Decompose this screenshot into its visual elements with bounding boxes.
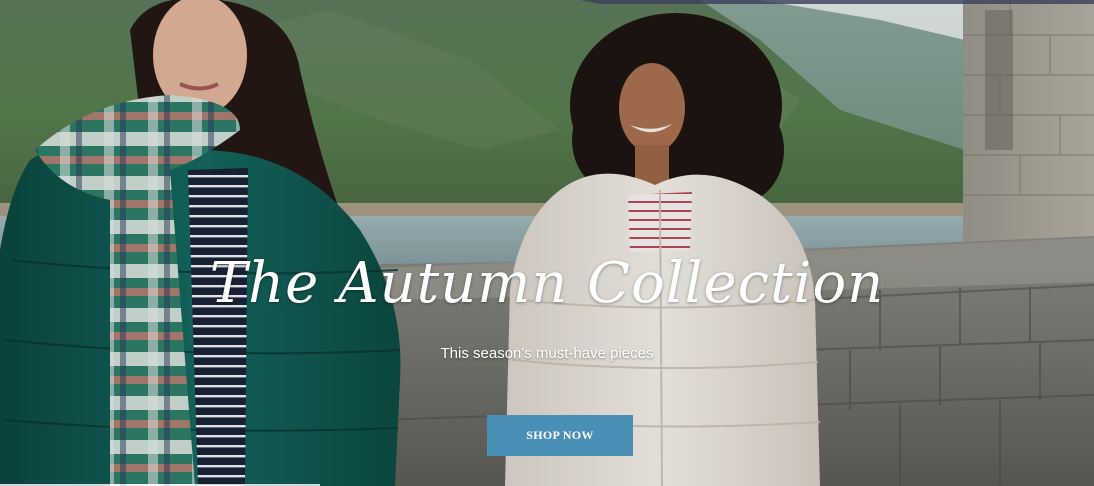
shop-now-button[interactable]: SHOP NOW — [487, 415, 633, 456]
hero-caption: The Autumn Collection This season's must… — [0, 250, 1094, 362]
hero-title: The Autumn Collection — [209, 251, 885, 316]
hero-photo — [0, 0, 1094, 486]
hero-banner: The Autumn Collection This season's must… — [0, 0, 1094, 486]
hero-subtitle: This season's must-have pieces — [440, 345, 654, 363]
